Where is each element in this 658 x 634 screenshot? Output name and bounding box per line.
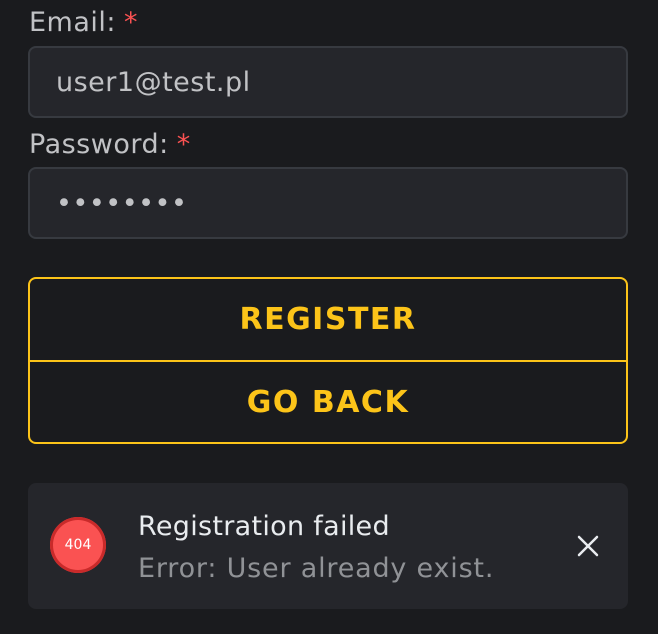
notification-message: Error: User already exist. — [138, 553, 495, 584]
email-label: Email: * — [29, 9, 138, 36]
password-label-text: Password: — [29, 129, 169, 160]
email-label-text: Email: — [29, 7, 117, 38]
email-field[interactable] — [28, 46, 628, 118]
close-icon[interactable] — [572, 530, 604, 562]
register-button[interactable]: REGISTER — [28, 277, 628, 362]
go-back-button[interactable]: GO BACK — [28, 360, 628, 444]
password-field[interactable] — [28, 167, 628, 239]
email-required-mark: * — [124, 7, 139, 38]
error-notification: 404 Registration failed Error: User alre… — [28, 483, 628, 609]
form-button-group: REGISTER GO BACK — [28, 277, 628, 444]
error-code-icon: 404 — [50, 517, 106, 573]
password-required-mark: * — [176, 129, 191, 160]
password-label: Password: * — [29, 131, 191, 158]
notification-title: Registration failed — [138, 511, 390, 542]
